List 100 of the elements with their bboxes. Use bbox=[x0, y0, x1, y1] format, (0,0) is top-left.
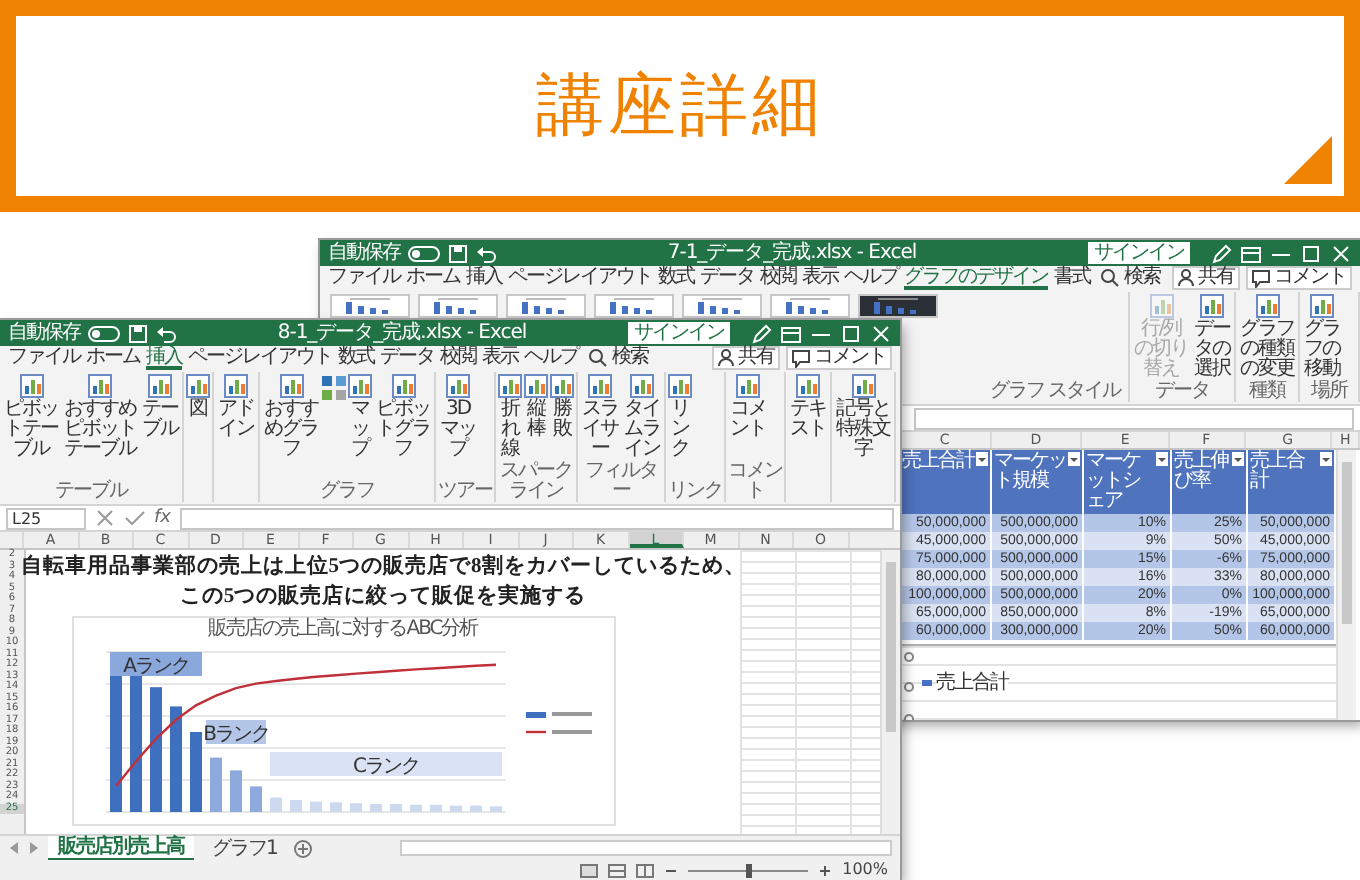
save-icon[interactable] bbox=[128, 323, 148, 343]
ribbon-tab[interactable]: 表示 bbox=[802, 266, 838, 290]
column-header[interactable]: 売上合計 bbox=[900, 450, 992, 514]
ribbon-button[interactable]: グラフの移動 bbox=[1302, 292, 1342, 380]
pen-icon[interactable] bbox=[1210, 243, 1232, 263]
filter-dropdown-icon[interactable] bbox=[1232, 452, 1244, 466]
bar bbox=[310, 801, 322, 812]
check-icon[interactable] bbox=[124, 508, 146, 528]
ribbon-button[interactable]: スライサー bbox=[580, 372, 620, 460]
ribbon-tab[interactable]: 数式 bbox=[338, 346, 374, 370]
maximize-icon[interactable] bbox=[1300, 243, 1322, 263]
search-box[interactable]: 検索 bbox=[1100, 266, 1160, 290]
column-header[interactable]: 売上伸び率 bbox=[1172, 450, 1248, 514]
ribbon-button[interactable]: 図 bbox=[186, 372, 210, 420]
ribbon-button[interactable]: リンク bbox=[668, 372, 692, 460]
ribbon-button[interactable]: 記号と特殊文字 bbox=[834, 372, 892, 460]
share-button[interactable]: 共有 bbox=[712, 346, 780, 370]
maximize-icon[interactable] bbox=[840, 323, 862, 343]
comment-button[interactable]: コメント bbox=[786, 346, 892, 370]
filter-dropdown-icon[interactable] bbox=[1320, 452, 1332, 466]
ribbon-button[interactable]: 折れ線 bbox=[498, 372, 522, 460]
chart-type-icon[interactable] bbox=[322, 376, 346, 400]
ribbon-button[interactable]: タイムライン bbox=[622, 372, 662, 460]
sheet-tab[interactable]: グラフ1 bbox=[202, 837, 287, 859]
ribbon-tab[interactable]: データ bbox=[380, 346, 434, 370]
toggle-icon[interactable] bbox=[88, 325, 120, 341]
toggle-icon[interactable] bbox=[408, 245, 440, 261]
undo-icon[interactable] bbox=[156, 323, 176, 343]
filter-dropdown-icon[interactable] bbox=[976, 452, 988, 466]
ribbon-tab[interactable]: データ bbox=[700, 266, 754, 290]
search-box[interactable]: 検索 bbox=[588, 346, 648, 370]
ribbon-button[interactable]: ピボットテーブル bbox=[2, 372, 60, 460]
ribbon-button[interactable]: おすすめグラフ bbox=[262, 372, 320, 460]
chart-style-thumbnail[interactable] bbox=[594, 294, 674, 318]
ribbon-button[interactable]: グラフの種類の変更 bbox=[1238, 292, 1296, 380]
ribbon-tab[interactable]: ホーム bbox=[86, 346, 140, 370]
comment-button[interactable]: コメント bbox=[1246, 266, 1352, 290]
ribbon-tab[interactable]: 校閲 bbox=[760, 266, 796, 290]
ribbon-button[interactable]: 縦棒 bbox=[524, 372, 548, 440]
page-layout-icon[interactable] bbox=[608, 863, 627, 877]
normal-view-icon[interactable] bbox=[580, 863, 599, 877]
ribbon-tab[interactable]: ページレイアウト bbox=[508, 266, 652, 290]
undo-icon[interactable] bbox=[476, 243, 496, 263]
formula-field[interactable] bbox=[179, 507, 894, 529]
chart-style-thumbnail[interactable] bbox=[330, 294, 410, 318]
share-button[interactable]: 共有 bbox=[1172, 266, 1240, 290]
close-icon[interactable] bbox=[870, 323, 892, 343]
chart-style-thumbnail[interactable] bbox=[858, 294, 938, 318]
filter-dropdown-icon[interactable] bbox=[1068, 452, 1080, 466]
ribbon-tab[interactable]: 挿入 bbox=[466, 266, 502, 290]
ribbon-button[interactable]: テーブル bbox=[140, 372, 180, 440]
column-header[interactable]: 売上合計 bbox=[1248, 450, 1336, 514]
add-sheet-icon[interactable] bbox=[294, 839, 313, 857]
resize-handle[interactable] bbox=[904, 681, 914, 692]
filter-dropdown-icon[interactable] bbox=[1156, 452, 1168, 466]
ribbon-button[interactable]: おすすめピボットテーブル bbox=[62, 372, 138, 460]
ribbon-button[interactable]: ピボットグラフ bbox=[374, 372, 432, 460]
ribbon-tab[interactable]: 書式 bbox=[1054, 266, 1090, 290]
cell-grid[interactable] bbox=[740, 550, 880, 834]
ribbon-tab[interactable]: 表示 bbox=[482, 346, 518, 370]
signin-button[interactable]: サインイン bbox=[628, 322, 730, 344]
name-box[interactable]: L25 bbox=[6, 507, 86, 529]
ribbon-button[interactable]: 勝敗 bbox=[550, 372, 574, 440]
slider-thumb[interactable] bbox=[745, 863, 752, 877]
formula-field[interactable] bbox=[914, 407, 1354, 429]
ribbon-tab[interactable]: ヘルプ bbox=[524, 346, 578, 370]
ribbon-display-icon[interactable] bbox=[780, 323, 802, 343]
ribbon-tab[interactable]: ファイル bbox=[328, 266, 400, 290]
chart-style-thumbnail[interactable] bbox=[418, 294, 498, 318]
ribbon-tab[interactable]: ヘルプ bbox=[844, 266, 898, 290]
pen-icon[interactable] bbox=[750, 323, 772, 343]
zoom-in-icon[interactable] bbox=[818, 863, 833, 877]
ribbon-tab[interactable]: ホーム bbox=[406, 266, 460, 290]
column-header[interactable]: マーケットシェア bbox=[1084, 450, 1172, 514]
ribbon-tab[interactable]: 数式 bbox=[658, 266, 694, 290]
resize-handle[interactable] bbox=[904, 651, 914, 662]
ribbon-tab[interactable]: 校閲 bbox=[440, 346, 476, 370]
sheet-tab[interactable]: 販売店別売上高 bbox=[48, 835, 194, 861]
chart-style-thumbnail[interactable] bbox=[682, 294, 762, 318]
close-icon[interactable] bbox=[1330, 243, 1352, 263]
page-break-icon[interactable] bbox=[636, 863, 655, 877]
ribbon-button[interactable]: 3Dマップ bbox=[438, 372, 478, 460]
ribbon-button[interactable]: コメント bbox=[728, 372, 768, 440]
cancel-icon[interactable] bbox=[94, 508, 116, 528]
chart-style-thumbnail[interactable] bbox=[770, 294, 850, 318]
ribbon-display-icon[interactable] bbox=[1240, 243, 1262, 263]
save-icon[interactable] bbox=[448, 243, 468, 263]
ribbon-tab[interactable]: ページレイアウト bbox=[188, 346, 332, 370]
ribbon-button[interactable]: データの選択 bbox=[1192, 292, 1232, 380]
ribbon-tab[interactable]: ファイル bbox=[8, 346, 80, 370]
ribbon-button[interactable]: テキスト bbox=[788, 372, 828, 440]
chart-style-thumbnail[interactable] bbox=[506, 294, 586, 318]
signin-button[interactable]: サインイン bbox=[1088, 242, 1190, 264]
column-header[interactable]: マーケット規模 bbox=[992, 450, 1084, 514]
horizontal-scrollbar[interactable] bbox=[400, 840, 892, 856]
function-button[interactable]: fx bbox=[154, 508, 171, 528]
ribbon-button[interactable]: マップ bbox=[348, 372, 372, 460]
group-label: 種類 bbox=[1247, 382, 1288, 402]
ribbon-button[interactable]: アドイン bbox=[216, 372, 256, 440]
rank-label: Bランク bbox=[203, 720, 269, 746]
